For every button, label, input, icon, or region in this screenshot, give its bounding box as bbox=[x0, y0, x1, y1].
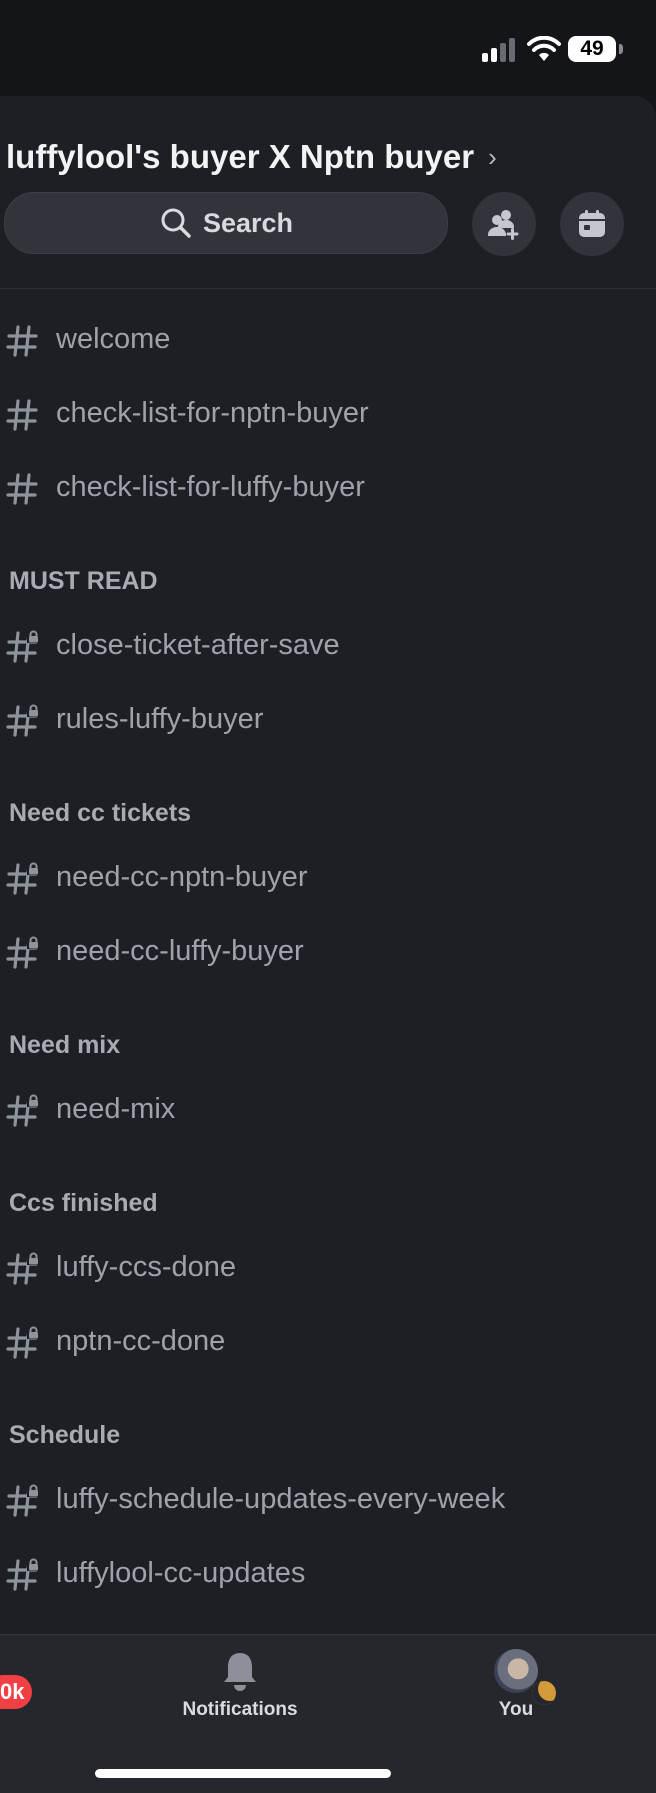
locked-hash-icon bbox=[6, 630, 40, 664]
avatar bbox=[494, 1649, 556, 1705]
hash-icon bbox=[6, 324, 40, 358]
channel-category[interactable]: Need cc tickets bbox=[0, 756, 656, 840]
channel-panel: luffylool's buyer X Nptn buyer › Search bbox=[0, 96, 656, 1636]
battery-level: 49 bbox=[568, 36, 616, 62]
server-header[interactable]: luffylool's buyer X Nptn buyer › bbox=[0, 132, 497, 182]
idle-status-icon bbox=[532, 1681, 556, 1705]
locked-hash-icon bbox=[6, 1558, 40, 1592]
channel-item[interactable]: need-mix bbox=[0, 1072, 656, 1146]
channel-item[interactable]: check-list-for-luffy-buyer bbox=[0, 450, 656, 524]
channel-name: luffylool-cc-updates bbox=[56, 1556, 306, 1589]
channel-item[interactable]: welcome bbox=[0, 302, 656, 376]
locked-hash-icon bbox=[6, 704, 40, 738]
bottom-tab-bar: 0k Notifications You bbox=[0, 1634, 656, 1793]
hash-icon bbox=[6, 472, 40, 506]
channel-name: close-ticket-after-save bbox=[56, 628, 340, 661]
channel-item[interactable]: luffy-schedule-updates-every-week bbox=[0, 1462, 656, 1536]
channel-item[interactable]: luffy-ccs-done bbox=[0, 1230, 656, 1304]
channel-name: need-cc-nptn-buyer bbox=[56, 860, 308, 893]
channel-name: nptn-cc-done bbox=[56, 1324, 226, 1357]
channel-item[interactable]: close-ticket-after-save bbox=[0, 608, 656, 682]
search-button[interactable]: Search bbox=[4, 192, 448, 254]
locked-hash-icon bbox=[6, 1252, 40, 1286]
channel-item[interactable]: check-list-for-nptn-buyer bbox=[0, 376, 656, 450]
channel-item[interactable]: luffylool-cc-updates bbox=[0, 1536, 656, 1610]
search-label: Search bbox=[202, 207, 294, 238]
channel-list: welcome check-list-for-nptn-buyer check-li… bbox=[0, 302, 656, 1610]
search-icon bbox=[161, 208, 191, 238]
cellular-signal-icon bbox=[482, 36, 518, 62]
channel-name: rules-luffy-buyer bbox=[56, 702, 264, 735]
channel-name: need-cc-luffy-buyer bbox=[56, 934, 304, 967]
channel-item[interactable]: need-cc-nptn-buyer bbox=[0, 840, 656, 914]
locked-hash-icon bbox=[6, 1094, 40, 1128]
calendar-icon bbox=[579, 210, 605, 237]
bell-icon bbox=[224, 1653, 256, 1691]
channel-name: luffy-ccs-done bbox=[56, 1250, 236, 1283]
channel-name: check-list-for-nptn-buyer bbox=[56, 396, 369, 429]
channel-name: check-list-for-luffy-buyer bbox=[56, 470, 365, 503]
hash-icon bbox=[6, 398, 40, 432]
add-member-icon bbox=[487, 210, 519, 240]
locked-hash-icon bbox=[6, 1484, 40, 1518]
channel-category[interactable]: Schedule bbox=[0, 1378, 656, 1462]
server-title[interactable]: luffylool's buyer X Nptn buyer bbox=[6, 138, 474, 176]
channel-item[interactable]: need-cc-luffy-buyer bbox=[0, 914, 656, 988]
channel-name: welcome bbox=[56, 322, 171, 355]
unread-count-badge[interactable]: 0k bbox=[0, 1675, 33, 1709]
category-label: Schedule bbox=[9, 1421, 121, 1449]
header-divider bbox=[0, 288, 656, 289]
category-label: Need mix bbox=[9, 1031, 121, 1059]
tab-notifications[interactable]: Notifications bbox=[180, 1649, 300, 1721]
channel-item[interactable]: rules-luffy-buyer bbox=[0, 682, 656, 756]
channel-category[interactable]: Need mix bbox=[0, 988, 656, 1072]
invite-members-button[interactable] bbox=[472, 192, 536, 256]
channel-item[interactable]: nptn-cc-done bbox=[0, 1304, 656, 1378]
channel-name: need-mix bbox=[56, 1092, 176, 1125]
tab-notifications-label: Notifications bbox=[182, 1699, 298, 1720]
category-label: MUST READ bbox=[9, 567, 158, 595]
wifi-icon bbox=[527, 36, 561, 61]
status-bar: 49 bbox=[0, 0, 656, 96]
category-label: Need cc tickets bbox=[9, 799, 192, 827]
channel-category[interactable]: MUST READ bbox=[0, 524, 656, 608]
locked-hash-icon bbox=[6, 1326, 40, 1360]
home-indicator bbox=[95, 1769, 391, 1778]
chevron-right-icon[interactable]: › bbox=[488, 142, 497, 173]
category-label: Ccs finished bbox=[9, 1189, 158, 1217]
channel-name: luffy-schedule-updates-every-week bbox=[56, 1482, 506, 1515]
locked-hash-icon bbox=[6, 862, 40, 896]
tab-you[interactable]: You bbox=[476, 1649, 556, 1721]
battery-cap bbox=[619, 44, 623, 54]
events-button[interactable] bbox=[560, 192, 624, 256]
channel-category[interactable]: Ccs finished bbox=[0, 1146, 656, 1230]
locked-hash-icon bbox=[6, 936, 40, 970]
